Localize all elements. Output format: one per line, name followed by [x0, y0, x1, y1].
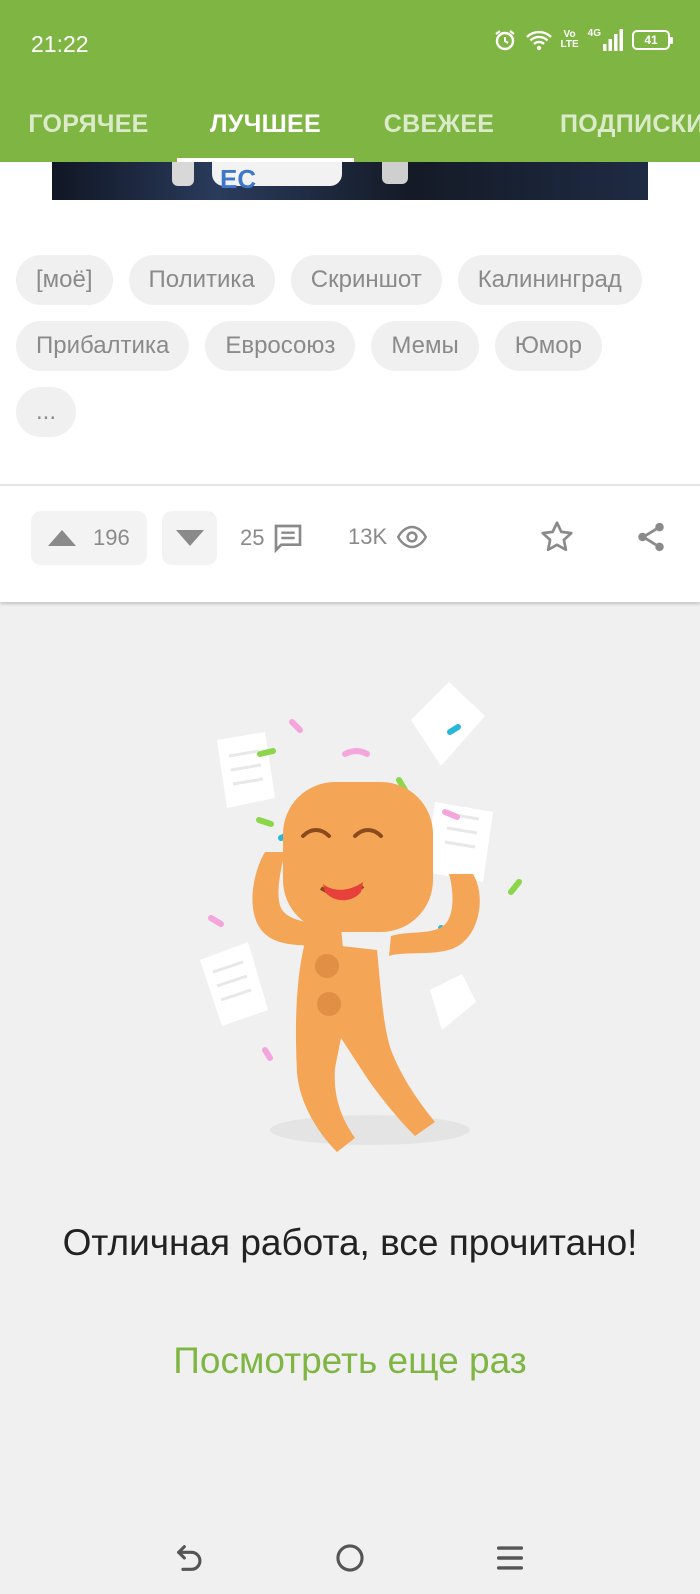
- tag-label: Скриншот: [310, 266, 422, 293]
- recents-icon[interactable]: [493, 1541, 527, 1575]
- app-header: 21:22 Vo LTE 4G 41 ГОРЯЧЕЕ ЛУЧШЕЕ СВЕЖЕЕ…: [0, 0, 700, 162]
- tab-best-label: ЛУЧШЕЕ: [210, 109, 321, 138]
- tag-list: [моё] Политика Скриншот Калининград Приб…: [16, 255, 676, 437]
- tab-hot-label: ГОРЯЧЕЕ: [28, 109, 149, 138]
- tab-subscriptions[interactable]: ПОДПИСКИ: [524, 86, 700, 162]
- tab-subscriptions-label: ПОДПИСКИ: [560, 109, 700, 138]
- tag-chip[interactable]: Калининград: [457, 255, 642, 305]
- feed-tabs: ГОРЯЧЕЕ ЛУЧШЕЕ СВЕЖЕЕ ПОДПИСКИ: [0, 86, 700, 162]
- more-tags-label: ...: [36, 398, 57, 425]
- share-button[interactable]: [634, 519, 668, 560]
- tag-label: Мемы: [391, 332, 459, 359]
- tag-chip[interactable]: Скриншот: [290, 255, 442, 305]
- volte-indicator: Vo LTE: [561, 30, 579, 50]
- tag-label: Политика: [148, 266, 255, 293]
- comment-icon: [275, 524, 302, 554]
- wifi-icon: [525, 30, 552, 51]
- tag-chip[interactable]: [моё]: [16, 255, 113, 305]
- system-nav-bar: [0, 1522, 700, 1594]
- arrow-down-icon: [175, 530, 204, 546]
- tag-label: Евросоюз: [225, 332, 336, 359]
- signal-icon: [603, 29, 623, 51]
- signal-indicator: 4G: [588, 29, 623, 51]
- back-icon[interactable]: [173, 1541, 207, 1575]
- tag-chip[interactable]: Евросоюз: [205, 321, 356, 371]
- status-bar: 21:22 Vo LTE 4G 41: [0, 0, 700, 86]
- views-indicator: 13K: [348, 522, 429, 552]
- tag-chip[interactable]: Прибалтика: [16, 321, 190, 371]
- post-actions: 196 25 13K: [0, 486, 700, 602]
- status-icons: Vo LTE 4G 41: [493, 28, 673, 52]
- downvote-button[interactable]: [162, 511, 217, 565]
- views-count: 13K: [348, 524, 388, 549]
- post-image[interactable]: EC: [52, 162, 648, 200]
- 4g-label: 4G: [587, 28, 601, 39]
- feed-end-section: Отличная работа, все прочитано! Посмотре…: [0, 602, 700, 1522]
- tag-label: Прибалтика: [36, 332, 170, 359]
- tag-chip[interactable]: Юмор: [494, 321, 602, 371]
- tag-chip[interactable]: Политика: [128, 255, 275, 305]
- lte-label: LTE: [560, 39, 579, 50]
- gingerbread-celebration-illustration: [200, 682, 522, 1152]
- arrow-up-icon: [48, 530, 76, 546]
- all-read-message: Отличная работа, все прочитано!: [62, 1222, 638, 1263]
- more-tags-button[interactable]: ...: [16, 387, 77, 437]
- comments-count: 25: [240, 525, 265, 550]
- tag-label: Калининград: [477, 266, 622, 293]
- share-icon: [638, 522, 664, 552]
- battery-level: 41: [644, 33, 658, 47]
- star-icon: [541, 521, 573, 552]
- upvote-count: 196: [93, 525, 130, 550]
- tag-label: [моё]: [36, 266, 93, 293]
- upvote-button[interactable]: 196: [31, 511, 147, 565]
- tab-fresh-label: СВЕЖЕЕ: [383, 109, 495, 138]
- tag-label: Юмор: [514, 332, 582, 359]
- home-icon[interactable]: [333, 1541, 367, 1575]
- battery-icon: 41: [632, 30, 673, 50]
- alarm-icon: [494, 30, 515, 51]
- tab-fresh[interactable]: СВЕЖЕЕ: [354, 86, 524, 162]
- view-again-link[interactable]: Посмотреть еще раз: [0, 1340, 700, 1382]
- eye-icon: [397, 525, 428, 549]
- tab-hot[interactable]: ГОРЯЧЕЕ: [0, 86, 177, 162]
- post-card: EC [моё] Политика Скриншот Калининград П…: [0, 162, 700, 602]
- tag-chip[interactable]: Мемы: [371, 321, 479, 371]
- status-time: 21:22: [31, 31, 89, 57]
- bookmark-button[interactable]: [539, 519, 575, 560]
- tab-best[interactable]: ЛУЧШЕЕ: [177, 86, 354, 162]
- comments-button[interactable]: 25: [240, 522, 304, 554]
